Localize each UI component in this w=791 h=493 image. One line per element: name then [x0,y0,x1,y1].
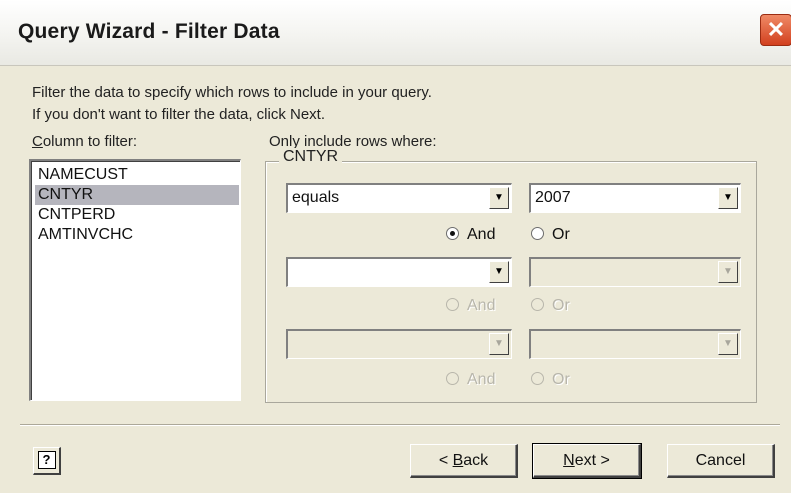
value-combo-3: ▼ [529,329,741,359]
radio-icon [531,227,544,240]
value-combo-1[interactable]: 2007 ▼ [529,183,741,213]
close-icon: ✕ [766,17,786,42]
radio-icon [531,372,544,385]
radio-icon [446,372,459,385]
title-bar[interactable]: Query Wizard - Filter Data ✕ [0,0,791,66]
back-label: ack [463,452,489,469]
list-item-cntyr[interactable]: CNTYR [35,185,239,205]
and-label-3: And [467,371,496,388]
list-item-namecust[interactable]: NAMECUST [35,165,239,185]
chevron-down-icon[interactable]: ▼ [489,187,509,209]
radio-icon [531,298,544,311]
back-accelerator: B [452,452,464,469]
chevron-down-icon: ▼ [718,261,738,283]
or-label-2: Or [552,297,570,314]
or-label-3: Or [552,371,570,388]
chevron-down-icon: ▼ [489,333,509,355]
next-label: ext [574,452,597,469]
intro-line-2: If you don't want to filter the data, cl… [32,106,326,123]
list-item-cntperd[interactable]: CNTPERD [35,205,239,225]
and-radio-1[interactable]: And [446,226,495,244]
window-title: Query Wizard - Filter Data [18,20,280,43]
value-combo-2: ▼ [529,257,741,287]
column-label-accelerator: C [32,133,43,150]
and-label-2: And [467,297,496,314]
and-radio-2: And [446,297,495,315]
operator-combo-2[interactable]: ▼ [286,257,512,287]
radio-selected-icon [446,227,459,240]
footer-separator [20,424,780,426]
intro-line-1: Filter the data to specify which rows to… [32,84,432,101]
or-radio-3: Or [531,371,570,389]
column-label-text: olumn to filter: [42,133,138,150]
close-button[interactable]: ✕ [760,14,791,46]
next-suffix: > [596,452,610,469]
help-button[interactable]: ? [33,447,61,475]
back-button[interactable]: < Back [410,444,518,478]
chevron-down-icon[interactable]: ▼ [489,261,509,283]
chevron-down-icon: ▼ [718,333,738,355]
operator-combo-3: ▼ [286,329,512,359]
list-item-amtinvchc[interactable]: AMTINVCHC [35,225,239,245]
next-accelerator: N [563,452,575,469]
value-value-1: 2007 [535,189,571,206]
back-prefix: < [438,452,453,469]
column-listbox[interactable]: NAMECUST CNTYR CNTPERD AMTINVCHC [29,159,241,401]
and-radio-3: And [446,371,495,389]
operator-combo-1[interactable]: equals ▼ [286,183,512,213]
cancel-button[interactable]: Cancel [667,444,775,478]
radio-icon [446,298,459,311]
or-radio-2: Or [531,297,570,315]
or-radio-1[interactable]: Or [531,226,570,244]
or-label-1: Or [552,226,570,243]
chevron-down-icon[interactable]: ▼ [718,187,738,209]
column-to-filter-label: Column to filter: [32,133,137,150]
operator-value-1: equals [292,189,340,206]
help-icon: ? [37,451,56,469]
criteria-group-label: CNTYR [279,148,343,166]
and-label-1: And [467,226,496,243]
next-button[interactable]: Next > [532,443,642,479]
